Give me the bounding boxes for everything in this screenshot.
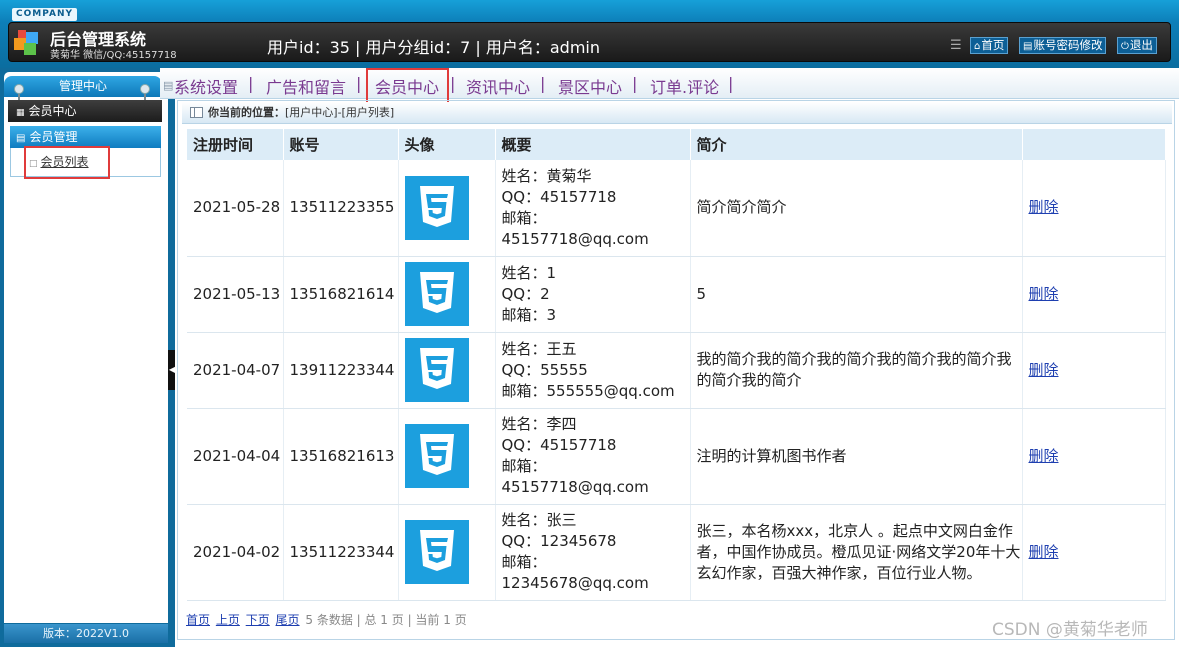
account: 13511223344 xyxy=(283,504,399,601)
home-button[interactable]: ⌂首页 xyxy=(970,37,1009,54)
tab-news-center[interactable]: 资讯中心 xyxy=(466,74,530,98)
register-date: 2021-04-04 xyxy=(187,408,284,505)
breadcrumb: 你当前的位置：[用户中心]-[用户列表] xyxy=(182,102,1172,124)
delete-link[interactable]: 删除 xyxy=(1029,543,1059,561)
cube-logo-icon xyxy=(12,28,44,58)
folder-icon: ▤ xyxy=(16,133,26,144)
css3-logo-icon xyxy=(404,520,469,584)
nav-lead-icon: ▤ xyxy=(163,79,174,92)
pager-summary: 5 条数据 | 总 1 页 | 当前 1 页 xyxy=(305,613,467,627)
table-row: 2021-04-07 13911223344 姓名：王五 QQ：55555 邮箱：5… xyxy=(187,332,1166,409)
tab-ads-messages[interactable]: 广告和留言 xyxy=(266,74,346,98)
version-label: 版本：2022V1.0 xyxy=(4,624,168,643)
first-page-link[interactable]: 首页 xyxy=(186,613,210,627)
delete-link[interactable]: 删除 xyxy=(1029,285,1059,303)
intro: 注明的计算机图书作者 xyxy=(690,408,1023,505)
delete-link-cell: 删除 xyxy=(1022,408,1166,505)
intro: 简介简介简介 xyxy=(690,160,1023,257)
menu-icon[interactable]: ☰ xyxy=(950,38,962,53)
delete-link[interactable]: 删除 xyxy=(1029,447,1059,465)
app-subtitle: 黄菊华 微信/QQ:45157718 xyxy=(50,50,177,61)
avatar xyxy=(398,332,496,409)
register-date: 2021-04-07 xyxy=(187,332,284,409)
account: 13516821613 xyxy=(283,408,399,505)
account: 13516821614 xyxy=(283,256,399,333)
css3-logo-icon xyxy=(404,262,469,326)
delete-link-cell: 删除 xyxy=(1022,504,1166,601)
member-table: 注册时间 账号 头像 概要 简介 2021-05-28 13511223355 … xyxy=(187,129,1166,601)
summary: 姓名：张三 QQ：12345678 邮箱： 12345678@qq.com xyxy=(495,504,691,601)
document-icon: □ xyxy=(29,159,38,169)
table-row: 2021-04-04 13516821613 姓名：李四 QQ：45157718 邮… xyxy=(187,408,1166,505)
avatar xyxy=(398,256,496,333)
intro: 我的简介我的简介我的简介我的简介我的简介我的简介我的简介 xyxy=(690,332,1023,409)
summary: 姓名：1 QQ：2 邮箱：3 xyxy=(495,256,691,333)
tab-scenic-center[interactable]: 景区中心 xyxy=(558,74,622,98)
delete-link-cell: 删除 xyxy=(1022,332,1166,409)
sidebar-group-member[interactable]: ▤ 会员管理 xyxy=(10,126,161,148)
delete-link-cell: 删除 xyxy=(1022,160,1166,257)
summary: 姓名：李四 QQ：45157718 邮箱： 45157718@qq.com xyxy=(495,408,691,505)
col-avatar: 头像 xyxy=(398,129,496,160)
account-password-button[interactable]: ▤账号密码修改 xyxy=(1019,37,1107,54)
table-header-row: 注册时间 账号 头像 概要 简介 xyxy=(187,129,1166,160)
avatar xyxy=(398,160,496,257)
avatar xyxy=(398,408,496,505)
intro: 张三，本名杨xxx，北京人 。起点中文网白金作者，中国作协成员。橙瓜见证·网络文… xyxy=(690,504,1023,601)
tab-system-settings[interactable]: 系统设置 xyxy=(174,74,238,98)
delete-link[interactable]: 删除 xyxy=(1029,361,1059,379)
account: 13911223344 xyxy=(283,332,399,409)
watermark: CSDN @黄菊华老师 xyxy=(992,620,1148,640)
user-info: 用户id：35 | 用户分组id：7 | 用户名：admin xyxy=(267,38,601,57)
col-action xyxy=(1022,129,1166,160)
col-account: 账号 xyxy=(283,129,399,160)
avatar xyxy=(398,504,496,601)
last-page-link[interactable]: 尾页 xyxy=(276,613,300,627)
sidebar-title: 管理中心 xyxy=(4,76,162,97)
logout-button[interactable]: ⏻退出 xyxy=(1117,37,1157,54)
table-row: 2021-05-13 13516821614 姓名：1 QQ：2 邮箱：3 5 删除 xyxy=(187,256,1166,333)
grid-icon: ▦ xyxy=(16,108,25,118)
sidebar-section[interactable]: ▦ 会员中心 xyxy=(8,100,162,122)
list-icon: ▤ xyxy=(1023,41,1033,52)
register-date: 2021-05-13 xyxy=(187,256,284,333)
delete-link[interactable]: 删除 xyxy=(1029,198,1059,216)
account: 13511223355 xyxy=(283,160,399,257)
intro: 5 xyxy=(690,256,1023,333)
home-icon: ⌂ xyxy=(974,41,981,52)
power-icon: ⏻ xyxy=(1121,41,1129,52)
summary: 姓名：黄菊华 QQ：45157718 邮箱： 45157718@qq.com xyxy=(495,160,691,257)
prev-page-link[interactable]: 上页 xyxy=(216,613,240,627)
company-badge: COMPANY xyxy=(12,8,77,21)
css3-logo-icon xyxy=(404,424,469,488)
table-row: 2021-05-28 13511223355 姓名：黄菊华 QQ：45157718… xyxy=(187,160,1166,257)
table-row: 2021-04-02 13511223344 姓名：张三 QQ：12345678 邮… xyxy=(187,504,1166,601)
summary: 姓名：王五 QQ：55555 邮箱：555555@qq.com xyxy=(495,332,691,409)
register-date: 2021-04-02 xyxy=(187,504,284,601)
pagination: 首页 上页 下页 尾页 5 条数据 | 总 1 页 | 当前 1 页 xyxy=(186,611,467,628)
sidebar-item-member-list[interactable]: □ 会员列表 xyxy=(24,146,110,179)
window-icon xyxy=(190,107,203,118)
col-intro: 简介 xyxy=(690,129,1023,160)
col-summary: 概要 xyxy=(495,129,691,160)
css3-logo-icon xyxy=(404,338,469,402)
register-date: 2021-05-28 xyxy=(187,160,284,257)
next-page-link[interactable]: 下页 xyxy=(246,613,270,627)
css3-logo-icon xyxy=(404,175,469,240)
tab-orders-reviews[interactable]: 订单.评论 xyxy=(650,74,719,98)
delete-link-cell: 删除 xyxy=(1022,256,1166,333)
col-register-time: 注册时间 xyxy=(187,129,284,160)
